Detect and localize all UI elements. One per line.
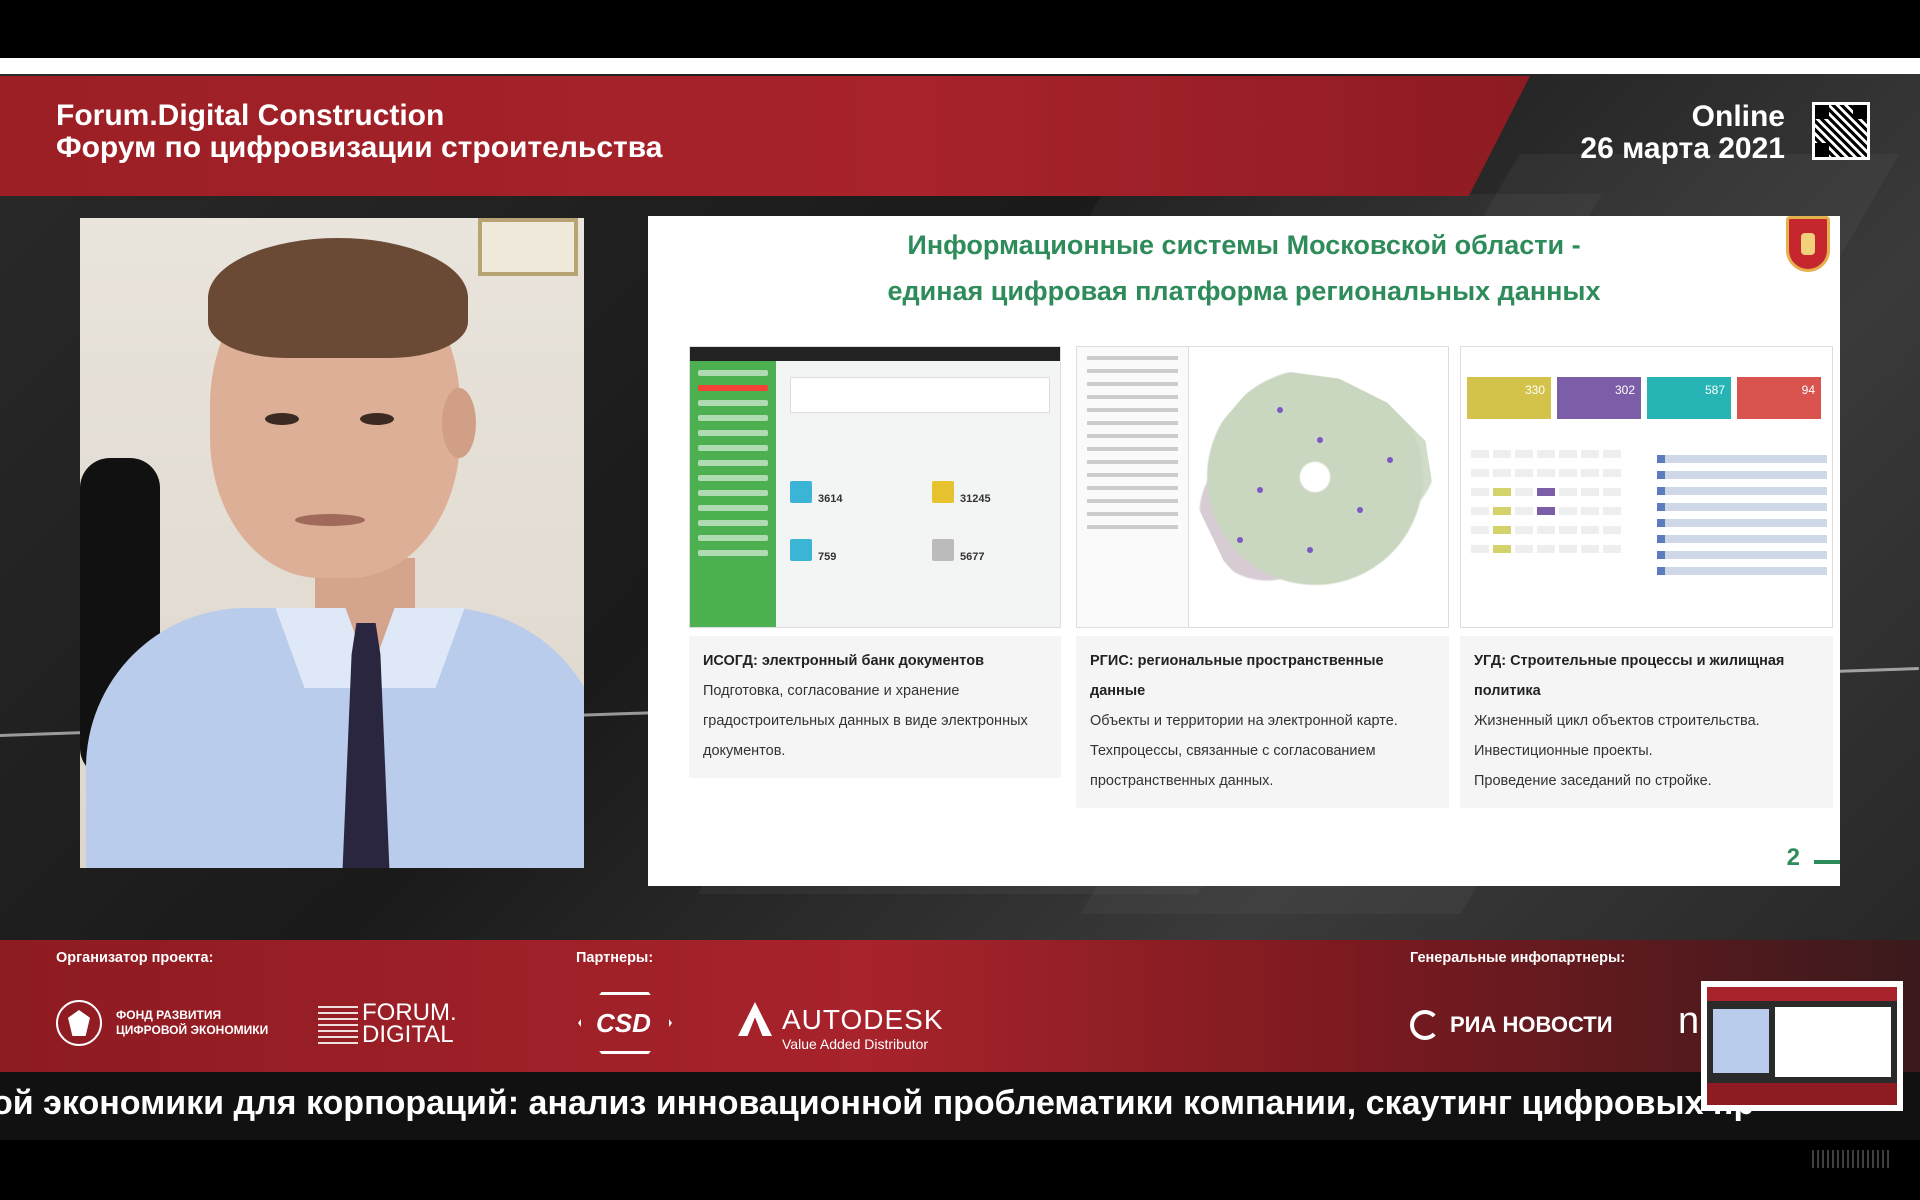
eagle-emblem-icon: [56, 1000, 102, 1046]
forum-title: Forum.Digital Construction: [56, 99, 445, 132]
slide-page-number: 2: [1786, 844, 1800, 871]
presentation-slide: Информационные системы Московской област…: [648, 216, 1840, 886]
isogd-screenshot: 3614 31245 759 5677: [689, 346, 1061, 628]
forum-subtitle: Форум по цифровизации строительства: [56, 131, 663, 164]
ugd-tile: 302: [1557, 377, 1641, 419]
picture-in-picture-preview[interactable]: [1701, 981, 1903, 1111]
ria-logo: РИА НОВОСТИ: [1450, 1012, 1613, 1037]
stat-value: 5677: [960, 551, 985, 563]
online-label: Online: [1691, 100, 1785, 133]
autodesk-subtitle: Value Added Distributor: [782, 1036, 929, 1052]
moscow-region-map: [1195, 369, 1435, 609]
card-rgis: РГИС: региональные пространственные данн…: [1076, 636, 1449, 808]
forum-digital-mark-icon: [318, 1004, 358, 1044]
wall-frame: [478, 218, 578, 276]
top-divider: [0, 58, 1920, 74]
event-date: 26 марта 2021: [1580, 132, 1785, 165]
fund-logo: ФОНД РАЗВИТИЯ ЦИФРОВОЙ ЭКОНОМИКИ: [116, 1008, 269, 1037]
ugd-events: [1657, 447, 1827, 583]
ugd-tile: 587: [1647, 377, 1731, 419]
partners-label: Партнеры:: [576, 950, 654, 966]
ugd-screenshot: 330 302 587 94: [1460, 346, 1833, 628]
forum-digital-logo: FORUM. DIGITAL: [362, 999, 457, 1048]
watermark-icon: [1812, 1150, 1892, 1168]
letterbox-top: [0, 0, 1920, 58]
ria-logo-icon: [1410, 1010, 1440, 1040]
slide-title: Информационные системы Московской област…: [887, 230, 1601, 306]
card-isogd: ИСОГД: электронный банк документов Подго…: [689, 636, 1061, 778]
ugd-calendar: [1469, 447, 1649, 617]
news-ticker: ой экономики для корпораций: анализ инно…: [0, 1072, 1920, 1140]
ticker-text: ой экономики для корпораций: анализ инно…: [0, 1084, 1755, 1122]
infopartners-label: Генеральные инфопартнеры:: [1410, 950, 1626, 966]
letterbox-bottom: [0, 1140, 1920, 1200]
speaker-video: [80, 218, 584, 868]
autodesk-logo: AUTODESK: [782, 1004, 944, 1035]
csd-logo: CSD: [596, 1008, 651, 1038]
stat-value: 31245: [960, 493, 991, 505]
qr-code-icon: [1812, 102, 1870, 160]
partial-logo: n: [1678, 1000, 1700, 1042]
ugd-tile: 94: [1737, 377, 1821, 419]
ugd-tile: 330: [1467, 377, 1551, 419]
stat-value: 3614: [818, 493, 843, 505]
sponsor-strip: [0, 940, 1920, 1072]
stat-value: 759: [818, 551, 837, 563]
rgis-map-screenshot: [1076, 346, 1449, 628]
organizer-label: Организатор проекта:: [56, 950, 214, 966]
card-ugd: УГД: Строительные процессы и жилищная по…: [1460, 636, 1833, 808]
moscow-oblast-coat-of-arms-icon: [1786, 216, 1830, 272]
